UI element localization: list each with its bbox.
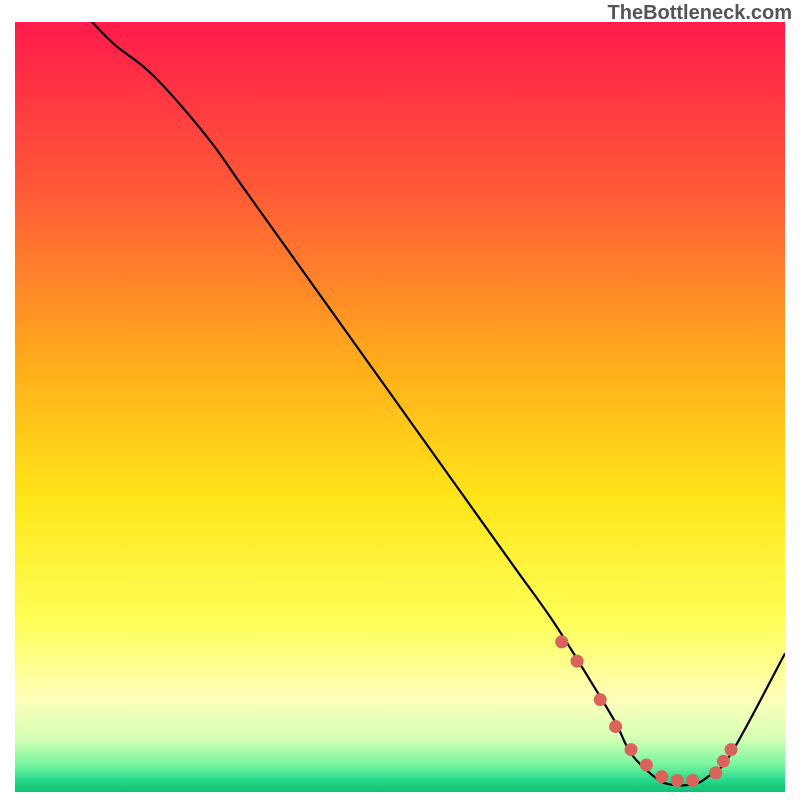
data-marker — [640, 759, 653, 772]
data-marker — [709, 766, 722, 779]
data-marker — [686, 774, 699, 787]
data-marker — [717, 755, 730, 768]
data-marker — [571, 655, 584, 668]
data-marker — [625, 743, 638, 756]
data-marker — [655, 770, 668, 783]
data-marker — [671, 774, 684, 787]
watermark-text: TheBottleneck.com — [608, 2, 792, 25]
data-marker — [609, 720, 622, 733]
chart-svg — [15, 22, 785, 792]
plot-area — [15, 22, 785, 792]
chart-container: TheBottleneck.com — [0, 0, 800, 800]
data-marker — [725, 743, 738, 756]
data-marker — [594, 693, 607, 706]
data-marker — [555, 635, 568, 648]
